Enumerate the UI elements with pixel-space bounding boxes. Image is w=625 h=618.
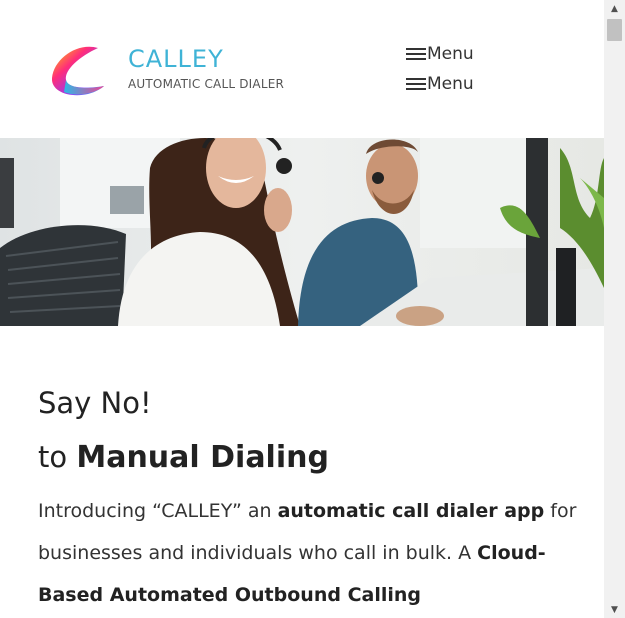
site-header: CALLEY AUTOMATIC CALL DIALER Menu Menu (0, 0, 604, 138)
subheadline-strong: Manual Dialing (76, 440, 329, 475)
hero-photo-call-center-agents (0, 138, 604, 326)
scrollbar-thumb[interactable] (607, 19, 622, 41)
hamburger-menu-icon (406, 77, 426, 91)
intro-text-1: Introducing “CALLEY” an (38, 500, 278, 522)
hamburger-menu-icon (406, 47, 426, 61)
scroll-up-arrow-icon[interactable]: ▲ (604, 0, 625, 17)
main-content: Say No! to Manual Dialing Introducing “C… (38, 374, 578, 616)
headline: Say No! (38, 386, 152, 420)
menu-label: Menu (427, 74, 474, 94)
logo-name: CALLEY (128, 45, 224, 73)
logo-tagline: AUTOMATIC CALL DIALER (128, 77, 285, 91)
intro-bold-1: automatic call dialer app (277, 500, 545, 522)
hero-photo (0, 138, 604, 326)
subheadline-prefix: to (38, 440, 77, 474)
intro-paragraph: Introducing “CALLEY” an automatic call d… (38, 490, 578, 616)
calley-logo-icon (51, 46, 104, 96)
scroll-down-arrow-icon[interactable]: ▼ (604, 601, 625, 618)
calley-logo[interactable]: CALLEY AUTOMATIC CALL DIALER (48, 40, 288, 100)
subheadline: to Manual Dialing (38, 432, 578, 482)
page: CALLEY AUTOMATIC CALL DIALER Menu Menu S… (0, 0, 604, 618)
vertical-scrollbar[interactable]: ▲ ▼ (604, 0, 625, 618)
menu-button-primary[interactable]: Menu (406, 42, 474, 66)
menu-button-secondary[interactable]: Menu (406, 72, 474, 96)
menu-label: Menu (427, 44, 474, 64)
